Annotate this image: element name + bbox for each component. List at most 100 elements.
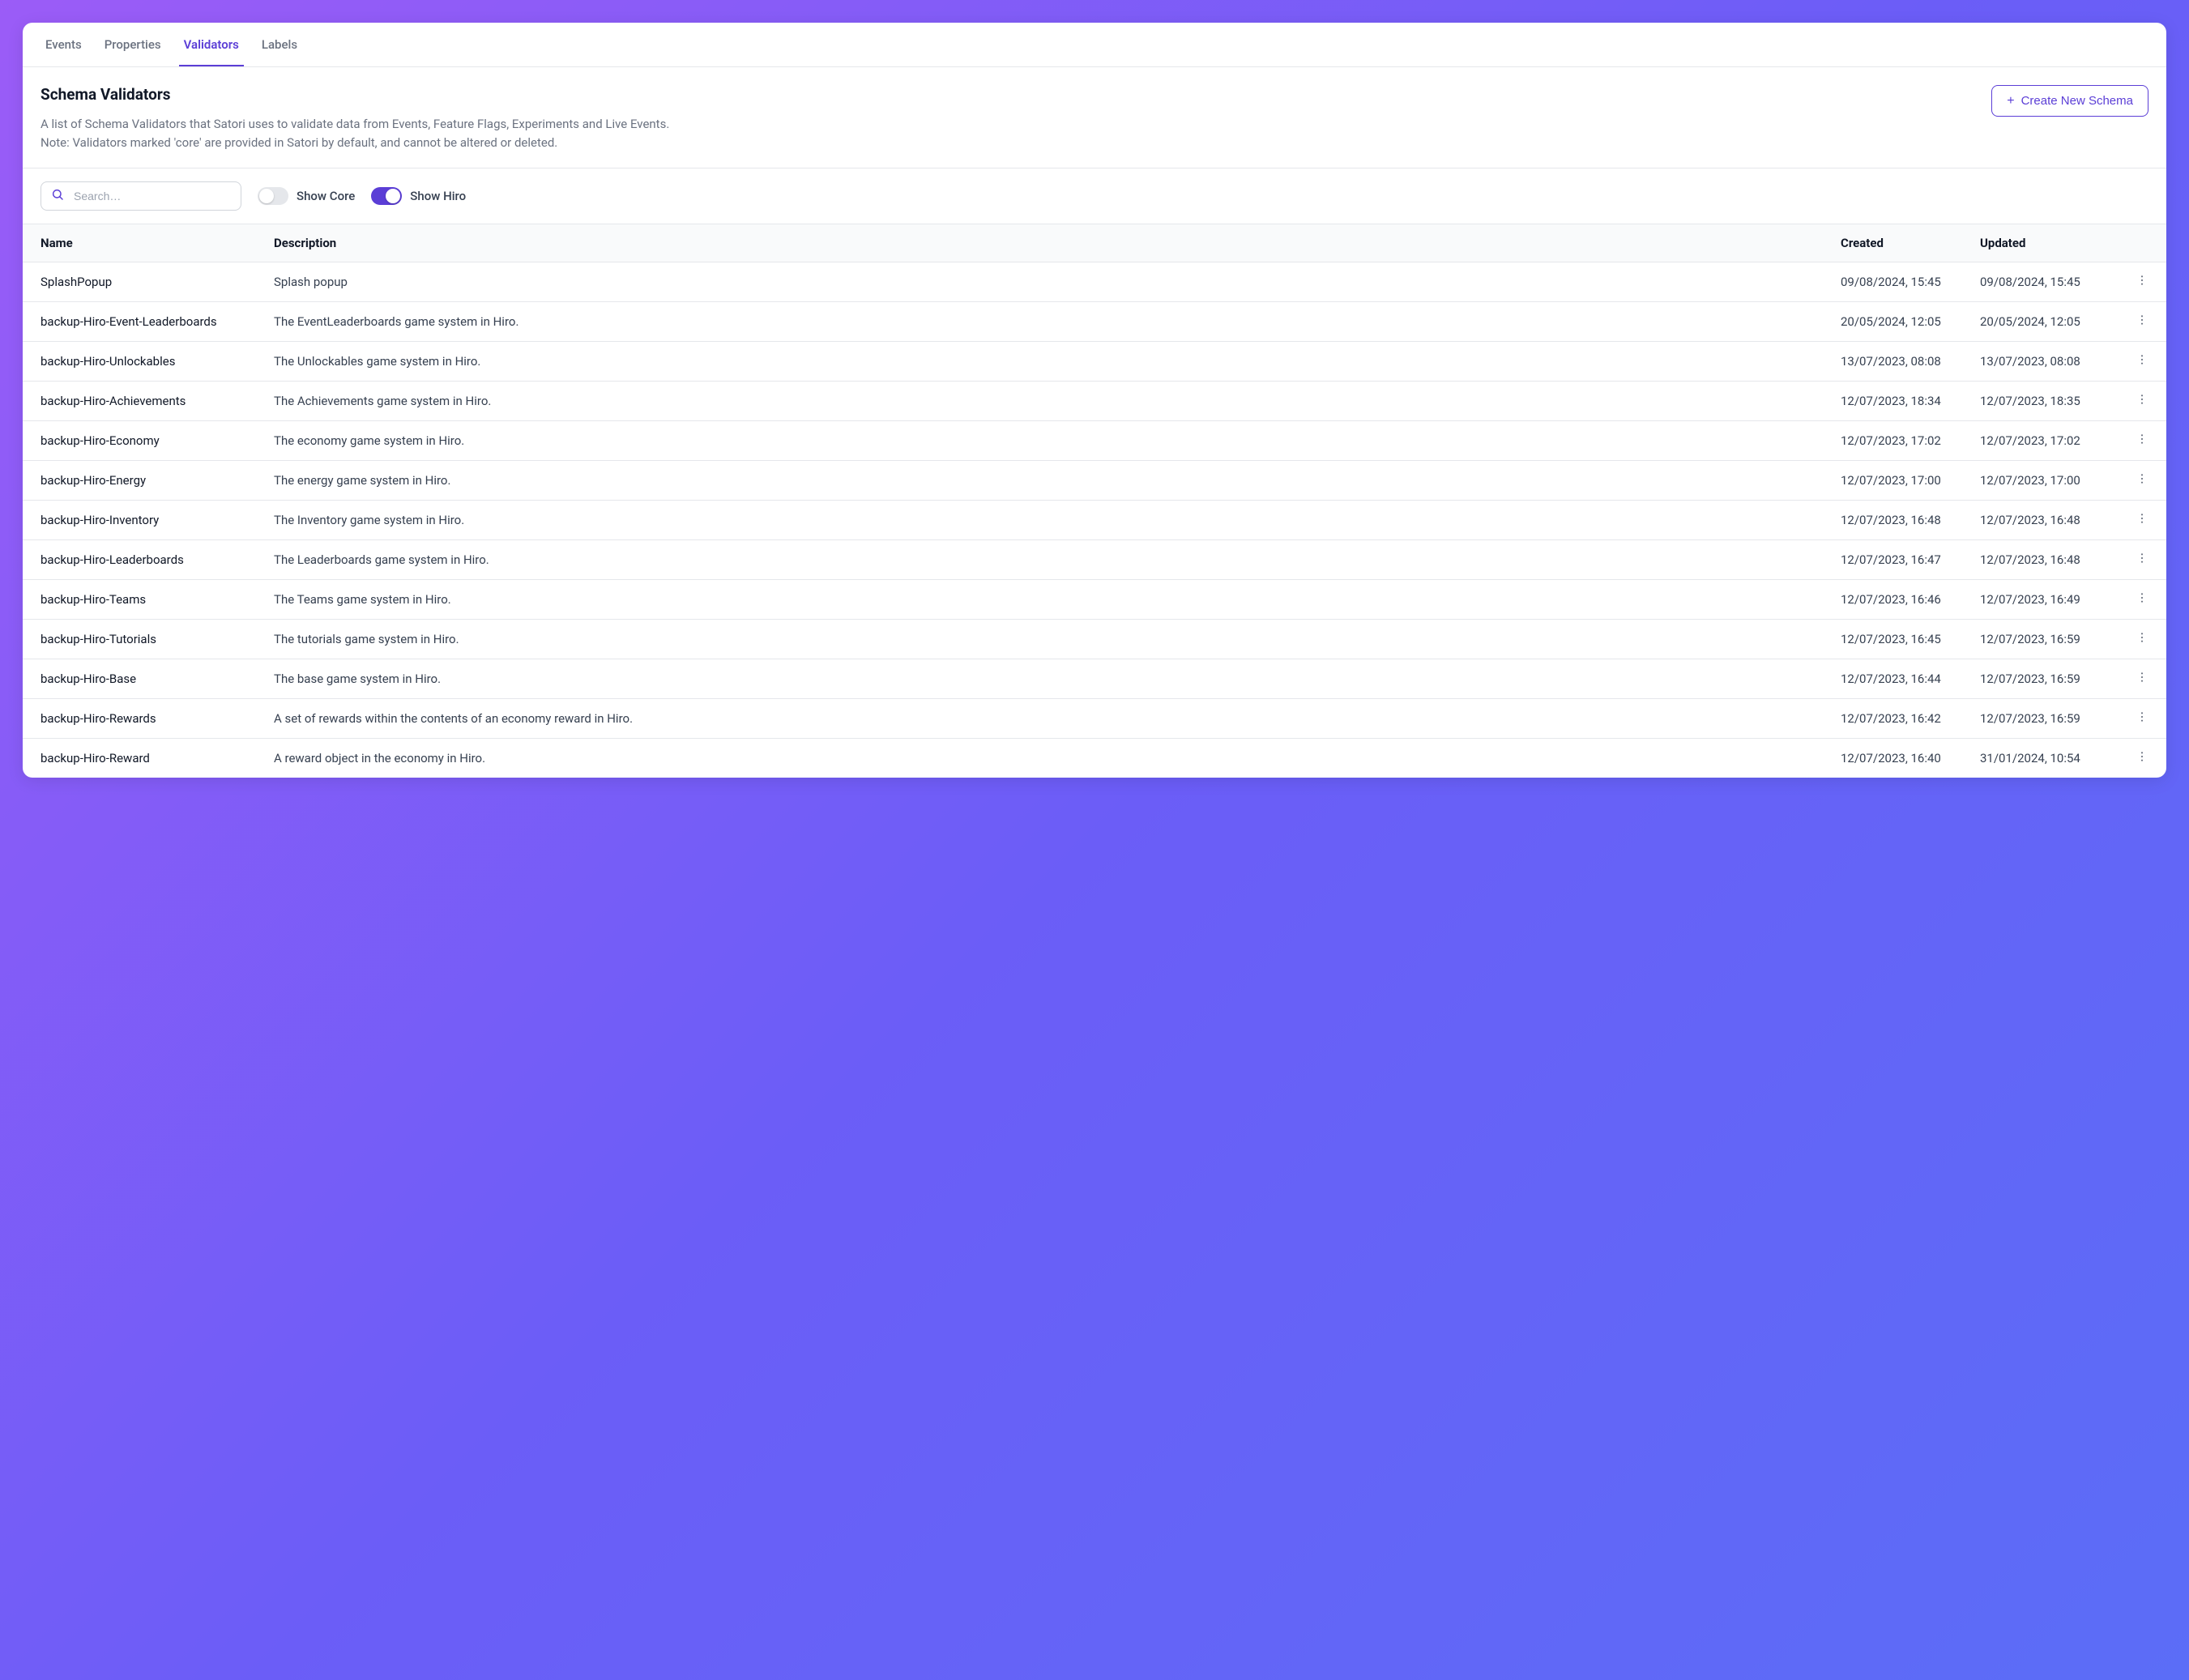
more-vertical-icon [2136,274,2148,290]
row-name: backup-Hiro-Teams [41,592,274,607]
show-core-toggle-group: Show Core [258,187,355,205]
create-new-schema-button[interactable]: + Create New Schema [1991,85,2148,117]
row-description: The Achievements game system in Hiro. [274,394,1841,408]
tab-labels[interactable]: Labels [257,23,302,66]
row-updated: 09/08/2024, 15:45 [1980,275,2119,289]
column-header-actions [2119,236,2148,250]
create-button-label: Create New Schema [2021,94,2133,108]
row-actions-button[interactable] [2119,591,2148,608]
row-description: The energy game system in Hiro. [274,473,1841,488]
more-vertical-icon [2136,472,2148,488]
row-actions-button[interactable] [2119,313,2148,330]
row-created: 12/07/2023, 18:34 [1841,394,1980,408]
row-created: 12/07/2023, 16:44 [1841,672,1980,686]
show-core-label: Show Core [297,189,355,203]
search-input[interactable] [41,181,241,211]
column-header-name: Name [41,236,274,250]
main-card: Events Properties Validators Labels Sche… [23,23,2166,778]
row-actions-button[interactable] [2119,552,2148,568]
tab-events[interactable]: Events [41,23,87,66]
row-updated: 12/07/2023, 18:35 [1980,394,2119,408]
row-created: 12/07/2023, 17:02 [1841,433,1980,448]
row-updated: 31/01/2024, 10:54 [1980,751,2119,765]
row-updated: 12/07/2023, 16:59 [1980,672,2119,686]
row-updated: 13/07/2023, 08:08 [1980,354,2119,369]
row-created: 20/05/2024, 12:05 [1841,314,1980,329]
tab-properties[interactable]: Properties [100,23,166,66]
table-row: SplashPopupSplash popup09/08/2024, 15:45… [23,262,2166,302]
more-vertical-icon [2136,433,2148,449]
row-actions-button[interactable] [2119,512,2148,528]
plus-icon: + [2007,95,2014,108]
row-name: SplashPopup [41,275,274,289]
row-description: A reward object in the economy in Hiro. [274,751,1841,765]
table-row: backup-Hiro-RewardA reward object in the… [23,739,2166,778]
table-row: backup-Hiro-TeamsThe Teams game system i… [23,580,2166,620]
tab-validators[interactable]: Validators [179,23,244,66]
row-updated: 12/07/2023, 16:59 [1980,632,2119,646]
row-created: 12/07/2023, 16:47 [1841,552,1980,567]
table-row: backup-Hiro-BaseThe base game system in … [23,659,2166,699]
page-description-line-2: Note: Validators marked 'core' are provi… [41,135,557,150]
row-description: The base game system in Hiro. [274,672,1841,686]
table-row: backup-Hiro-Event-LeaderboardsThe EventL… [23,302,2166,342]
row-created: 12/07/2023, 16:40 [1841,751,1980,765]
show-hiro-label: Show Hiro [410,189,466,203]
row-name: backup-Hiro-Energy [41,473,274,488]
search-wrap [41,181,241,211]
row-created: 12/07/2023, 16:46 [1841,592,1980,607]
row-created: 12/07/2023, 17:00 [1841,473,1980,488]
row-updated: 12/07/2023, 16:49 [1980,592,2119,607]
table-row: backup-Hiro-TutorialsThe tutorials game … [23,620,2166,659]
column-header-created: Created [1841,236,1980,250]
row-actions-button[interactable] [2119,671,2148,687]
row-name: backup-Hiro-Base [41,672,274,686]
row-actions-button[interactable] [2119,274,2148,290]
table-row: backup-Hiro-InventoryThe Inventory game … [23,501,2166,540]
row-created: 12/07/2023, 16:42 [1841,711,1980,726]
filter-row: Show Core Show Hiro [23,168,2166,224]
show-hiro-toggle[interactable] [371,187,402,205]
more-vertical-icon [2136,353,2148,369]
row-name: backup-Hiro-Unlockables [41,354,274,369]
table-row: backup-Hiro-EnergyThe energy game system… [23,461,2166,501]
row-actions-button[interactable] [2119,750,2148,766]
row-description: The Inventory game system in Hiro. [274,513,1841,527]
more-vertical-icon [2136,552,2148,568]
row-name: backup-Hiro-Rewards [41,711,274,726]
row-actions-button[interactable] [2119,433,2148,449]
row-name: backup-Hiro-Economy [41,433,274,448]
more-vertical-icon [2136,393,2148,409]
row-description: The tutorials game system in Hiro. [274,632,1841,646]
more-vertical-icon [2136,591,2148,608]
row-name: backup-Hiro-Leaderboards [41,552,274,567]
table-body: SplashPopupSplash popup09/08/2024, 15:45… [23,262,2166,778]
row-actions-button[interactable] [2119,631,2148,647]
row-actions-button[interactable] [2119,472,2148,488]
table-row: backup-Hiro-AchievementsThe Achievements… [23,382,2166,421]
row-actions-button[interactable] [2119,353,2148,369]
row-description: A set of rewards within the contents of … [274,711,1841,726]
table-header: Name Description Created Updated [23,224,2166,262]
more-vertical-icon [2136,710,2148,727]
show-core-toggle[interactable] [258,187,288,205]
row-description: Splash popup [274,275,1841,289]
row-description: The economy game system in Hiro. [274,433,1841,448]
row-actions-button[interactable] [2119,710,2148,727]
row-created: 12/07/2023, 16:45 [1841,632,1980,646]
row-created: 13/07/2023, 08:08 [1841,354,1980,369]
page-title: Schema Validators [41,85,669,104]
page-description: A list of Schema Validators that Satori … [41,115,669,153]
row-description: The EventLeaderboards game system in Hir… [274,314,1841,329]
tab-bar: Events Properties Validators Labels [23,23,2166,67]
more-vertical-icon [2136,750,2148,766]
row-created: 09/08/2024, 15:45 [1841,275,1980,289]
search-icon [51,188,64,204]
more-vertical-icon [2136,512,2148,528]
row-name: backup-Hiro-Inventory [41,513,274,527]
column-header-updated: Updated [1980,236,2119,250]
more-vertical-icon [2136,671,2148,687]
row-actions-button[interactable] [2119,393,2148,409]
row-description: The Unlockables game system in Hiro. [274,354,1841,369]
page-description-line-1: A list of Schema Validators that Satori … [41,117,669,131]
